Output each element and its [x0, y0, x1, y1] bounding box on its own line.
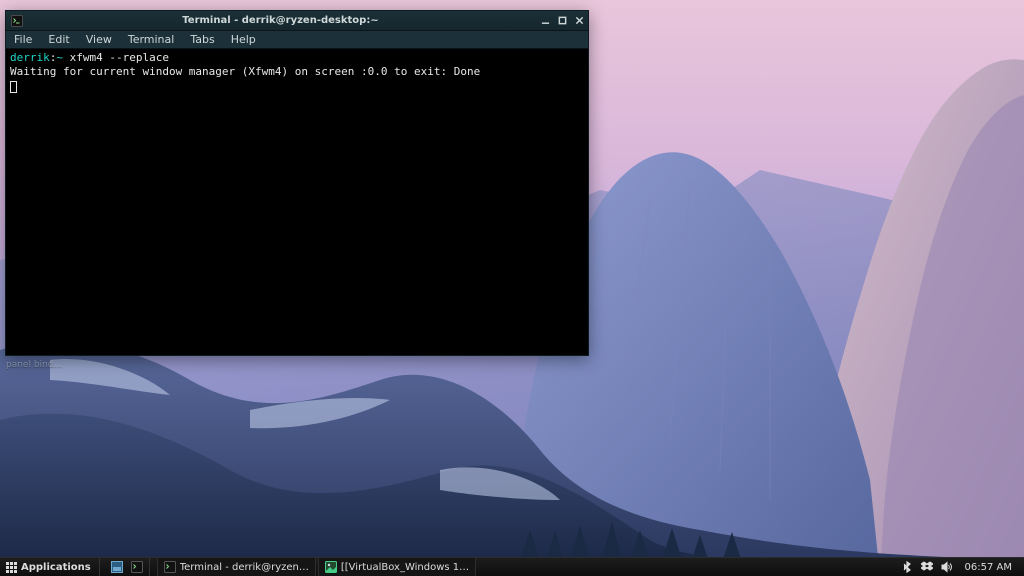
panel-clock[interactable]: 06:57 AM: [961, 562, 1016, 573]
terminal-window[interactable]: Terminal - derrik@ryzen-desktop:~ File E…: [5, 10, 589, 356]
show-desktop-launcher[interactable]: [109, 559, 125, 575]
terminal-line-2: Waiting for current window manager (Xfwm…: [10, 65, 584, 79]
minimize-button[interactable]: [540, 15, 551, 26]
menu-help[interactable]: Help: [223, 33, 264, 46]
dropbox-icon[interactable]: [921, 561, 933, 573]
menu-edit[interactable]: Edit: [40, 33, 77, 46]
terminal-body[interactable]: derrik:~ xfwm4 --replace Waiting for cur…: [6, 49, 588, 355]
applications-label: Applications: [21, 562, 91, 573]
window-title: Terminal - derrik@ryzen-desktop:~: [27, 15, 534, 26]
panel-separator: [149, 558, 155, 576]
panel-separator: [99, 558, 105, 576]
taskbar-item-virtualbox[interactable]: [[VirtualBox_Windows 1…: [318, 558, 476, 576]
menu-terminal[interactable]: Terminal: [120, 33, 183, 46]
terminal-app-icon: [11, 15, 23, 27]
apps-grid-icon: [6, 562, 17, 573]
terminal-line-1: derrik:~ xfwm4 --replace: [10, 51, 584, 65]
command-text: xfwm4 --replace: [63, 51, 169, 64]
applications-menu-button[interactable]: Applications: [0, 558, 97, 576]
image-icon: [325, 561, 337, 573]
bluetooth-icon[interactable]: [901, 561, 913, 573]
titlebar[interactable]: Terminal - derrik@ryzen-desktop:~: [6, 11, 588, 31]
terminal-icon: [164, 561, 176, 573]
desktop-text-fragment: panel bind…: [6, 360, 62, 370]
terminal-launcher[interactable]: [129, 559, 145, 575]
menu-view[interactable]: View: [78, 33, 120, 46]
prompt-user: derrik: [10, 51, 50, 64]
close-button[interactable]: [574, 15, 585, 26]
taskbar-item-terminal[interactable]: Terminal - derrik@ryzen…: [157, 558, 316, 576]
task-label: [[VirtualBox_Windows 1…: [341, 562, 469, 573]
menu-file[interactable]: File: [6, 33, 40, 46]
system-tray: 06:57 AM: [893, 558, 1024, 576]
task-label: Terminal - derrik@ryzen…: [180, 562, 309, 573]
maximize-button[interactable]: [557, 15, 568, 26]
terminal-cursor: [10, 81, 17, 93]
prompt-cwd: ~: [56, 51, 63, 64]
bottom-panel: Applications Terminal - derrik@ryzen… [[…: [0, 557, 1024, 576]
menubar: File Edit View Terminal Tabs Help: [6, 31, 588, 49]
menu-tabs[interactable]: Tabs: [182, 33, 222, 46]
volume-icon[interactable]: [941, 561, 953, 573]
